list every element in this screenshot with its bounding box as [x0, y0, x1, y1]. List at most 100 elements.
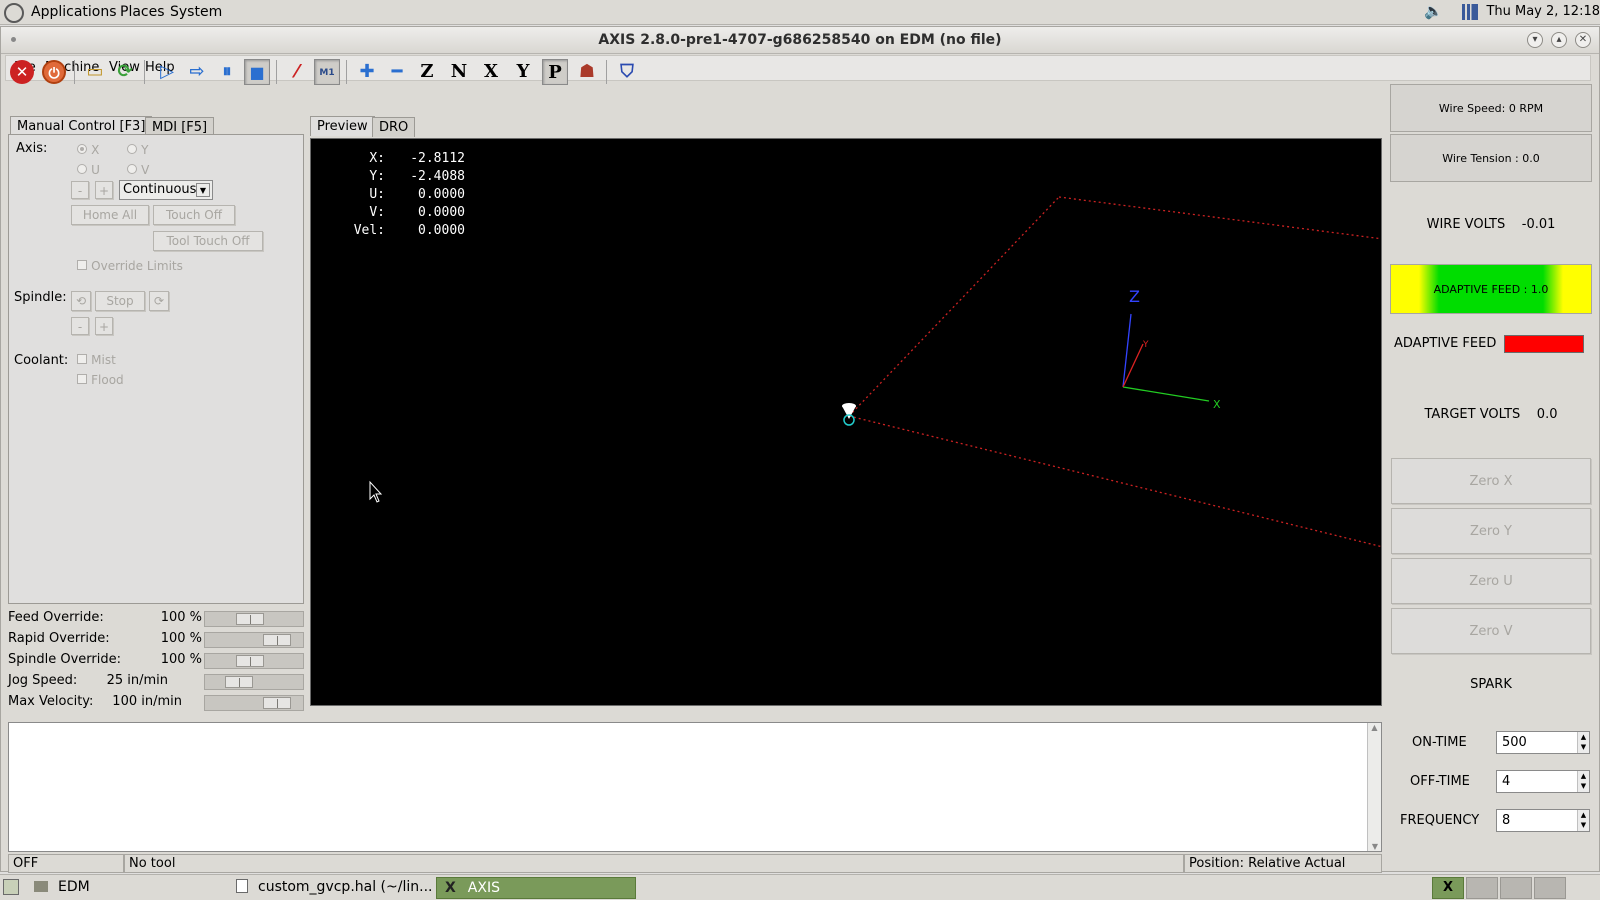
taskbar: EDM custom_gvcp.hal (~/lin... X AXIS X	[0, 874, 1600, 900]
spin-arrows-icon[interactable]: ▲ ▼	[1577, 771, 1589, 792]
zoom-in-icon[interactable]: ✚	[354, 59, 380, 85]
workspace-4[interactable]	[1534, 877, 1566, 899]
spindle-stop-button[interactable]: Stop	[95, 291, 145, 311]
message-console[interactable]: ▲ ▼	[8, 722, 1382, 852]
tab-preview[interactable]: Preview	[310, 116, 375, 136]
estop-icon[interactable]: ✕	[10, 60, 34, 84]
axis-radio-u[interactable]: U	[77, 163, 100, 178]
rapid-override-value: 100 %	[160, 631, 202, 646]
off-time-spinbox[interactable]: 4 ▲ ▼	[1496, 770, 1590, 793]
spindle-plus-button[interactable]: +	[95, 317, 113, 335]
menu-applications[interactable]: Applications	[31, 4, 117, 20]
spindle-override-slider[interactable]	[204, 653, 304, 669]
spindle-ccw-icon[interactable]: ⟲	[71, 291, 91, 311]
workspace-1-icon[interactable]: X	[1432, 877, 1464, 899]
touch-off-button[interactable]: Touch Off	[153, 205, 235, 225]
menu-places[interactable]: Places	[120, 4, 165, 20]
axis-label: Axis:	[16, 141, 48, 156]
network-icon[interactable]	[1462, 4, 1478, 20]
pause-icon[interactable]: ⏸	[214, 59, 240, 85]
off-time-value: 4	[1502, 774, 1511, 789]
zoom-out-icon[interactable]: ━	[384, 59, 410, 85]
slider-thumb[interactable]	[236, 655, 264, 667]
console-scrollbar[interactable]: ▲ ▼	[1367, 723, 1381, 851]
frequency-spinbox[interactable]: 8 ▲ ▼	[1496, 809, 1590, 832]
spindle-cw-icon[interactable]: ⟳	[149, 291, 169, 311]
mist-checkbox[interactable]: Mist	[77, 353, 116, 368]
edm-panel: Wire Speed: 0 RPM Wire Tension : 0.0 WIR…	[1386, 84, 1596, 874]
open-icon[interactable]: ▭	[82, 59, 108, 85]
gizmo-z-axis	[1122, 313, 1132, 388]
tab-dro[interactable]: DRO	[372, 117, 416, 137]
zero-v-button[interactable]: Zero V	[1391, 608, 1591, 654]
block-delete-icon[interactable]: ⁄	[284, 59, 310, 85]
axis-radio-v[interactable]: V	[127, 163, 149, 178]
optional-stop-icon[interactable]: M1	[314, 59, 340, 85]
on-time-spinbox[interactable]: 500 ▲ ▼	[1496, 731, 1590, 754]
show-desktop-icon[interactable]	[3, 879, 19, 895]
coolant-label: Coolant:	[14, 353, 69, 368]
volume-icon[interactable]: 🔈	[1424, 2, 1443, 20]
jog-speed-slider[interactable]	[204, 674, 304, 690]
reload-icon[interactable]: ⟳	[112, 59, 138, 85]
menu-system[interactable]: System	[170, 4, 222, 20]
tab-manual-control[interactable]: Manual Control [F3]	[10, 116, 153, 136]
jog-minus-button[interactable]: -	[71, 181, 89, 199]
override-limits-checkbox[interactable]: Override Limits	[77, 259, 183, 274]
scroll-down-icon[interactable]: ▼	[1368, 842, 1382, 851]
spindle-override-label: Spindle Override:	[8, 652, 121, 667]
gnome-logo-icon[interactable]	[4, 3, 24, 23]
workspace-2[interactable]	[1466, 877, 1498, 899]
tool-touch-off-button[interactable]: Tool Touch Off	[153, 231, 263, 251]
view-y-icon[interactable]: Y	[510, 59, 536, 85]
jog-mode-select[interactable]: Continuous ▼	[119, 180, 213, 200]
stop-icon[interactable]: ■	[244, 59, 270, 85]
minimize-icon[interactable]: ▾	[1527, 32, 1543, 48]
view-x-icon[interactable]: X	[478, 59, 504, 85]
task-hal-label: custom_gvcp.hal (~/lin...	[258, 879, 433, 895]
adaptive-feed-bar: ADAPTIVE FEED : 1.0	[1390, 264, 1592, 314]
manual-control-panel: Axis: X Y U V - + Continuous ▼ Home All …	[8, 134, 304, 604]
spin-arrows-icon[interactable]: ▲ ▼	[1577, 732, 1589, 753]
close-icon[interactable]: ✕	[1575, 32, 1591, 48]
rapid-override-slider[interactable]	[204, 632, 304, 648]
target-volts-label: TARGET VOLTS	[1424, 407, 1521, 422]
titlebar[interactable]: AXIS 2.8.0-pre1-4707-g686258540 on EDM (…	[1, 27, 1599, 54]
clear-plot-icon[interactable]: ⛉	[614, 59, 640, 85]
preview-canvas[interactable]: X: -2.8112 Y: -2.4088 U: 0.0000 V: 0.0000 Ve…	[310, 138, 1382, 706]
maximize-icon[interactable]: ▴	[1551, 32, 1567, 48]
flood-checkbox[interactable]: Flood	[77, 373, 124, 388]
max-velocity-value: 100 in/min	[112, 694, 182, 709]
step-icon[interactable]: ⇨	[184, 59, 210, 85]
rapid-override-label: Rapid Override:	[8, 631, 110, 646]
feed-override-slider[interactable]	[204, 611, 304, 627]
axis-radio-y[interactable]: Y	[127, 143, 148, 158]
zero-y-button[interactable]: Zero Y	[1391, 508, 1591, 554]
task-edm[interactable]: EDM	[26, 877, 98, 899]
slider-thumb[interactable]	[263, 634, 291, 646]
slider-thumb[interactable]	[263, 697, 291, 709]
view-p-icon[interactable]: P	[542, 59, 568, 85]
home-all-button[interactable]: Home All	[71, 205, 149, 225]
view-z2-icon[interactable]: N	[446, 59, 472, 85]
spindle-minus-button[interactable]: -	[71, 317, 89, 335]
scroll-up-icon[interactable]: ▲	[1368, 723, 1381, 732]
run-icon[interactable]: ▷	[154, 59, 180, 85]
wire-volts-label: WIRE VOLTS	[1426, 217, 1506, 232]
zero-u-button[interactable]: Zero U	[1391, 558, 1591, 604]
jog-plus-button[interactable]: +	[95, 181, 113, 199]
zero-x-button[interactable]: Zero X	[1391, 458, 1591, 504]
power-icon[interactable]: ⏻	[42, 60, 66, 84]
view-z2-label: N	[450, 61, 468, 82]
task-hal-editor[interactable]: custom_gvcp.hal (~/lin...	[228, 877, 440, 899]
rotate-icon[interactable]: ☗	[574, 59, 600, 85]
spin-arrows-icon[interactable]: ▲ ▼	[1577, 810, 1589, 831]
clock[interactable]: Thu May 2, 12:18	[1486, 4, 1600, 19]
workspace-3[interactable]	[1500, 877, 1532, 899]
view-z-icon[interactable]: Z	[414, 59, 440, 85]
axis-radio-x[interactable]: X	[77, 143, 99, 158]
task-axis[interactable]: X AXIS	[436, 877, 636, 899]
slider-thumb[interactable]	[236, 613, 264, 625]
max-velocity-slider[interactable]	[204, 695, 304, 711]
slider-thumb[interactable]	[225, 676, 253, 688]
